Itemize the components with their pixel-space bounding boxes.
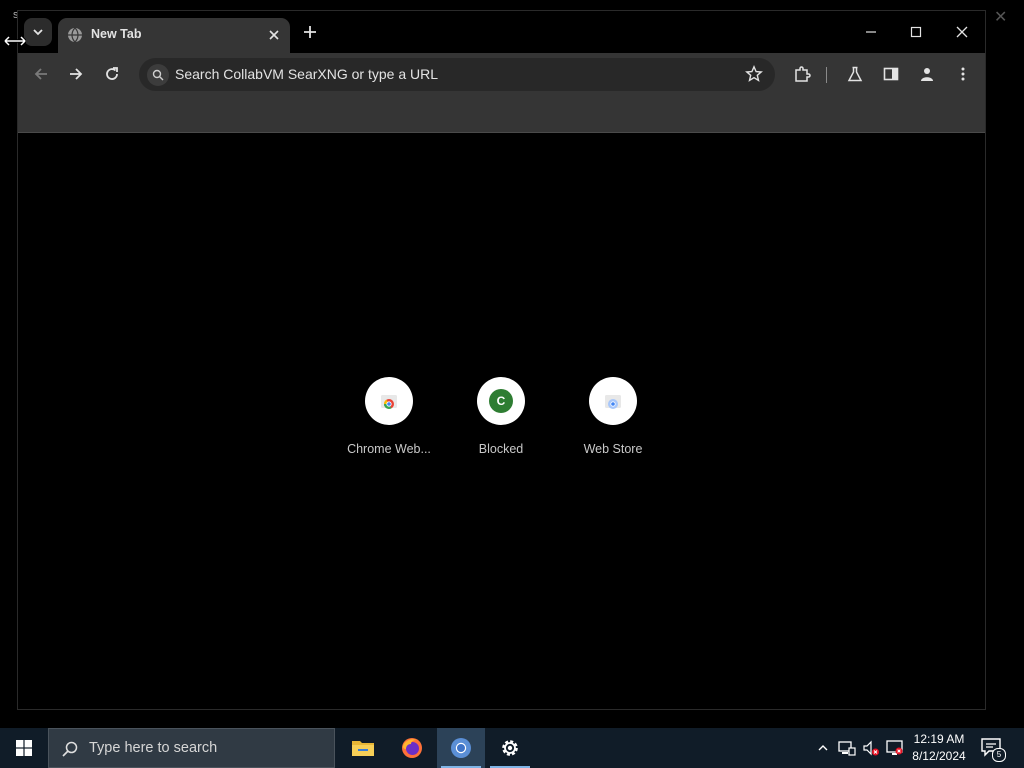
- chrome-icon: [451, 738, 471, 758]
- shortcut-icon-circle: [365, 377, 413, 425]
- taskbar-chrome[interactable]: [437, 728, 485, 768]
- desktop-close-glyph: ✕: [994, 9, 1008, 26]
- address-bar-placeholder: Search CollabVM SearXNG or type a URL: [175, 66, 438, 82]
- speaker-muted-icon: [863, 740, 879, 756]
- chrome-web-store-icon: [381, 395, 397, 409]
- network-icon: [838, 741, 856, 756]
- chevron-up-icon: [818, 745, 828, 751]
- folder-icon: [352, 741, 374, 756]
- forward-button[interactable]: [64, 62, 88, 86]
- search-engine-icon[interactable]: [147, 64, 169, 86]
- shortcut-web-store[interactable]: Web Store: [558, 377, 668, 456]
- firefox-icon: [402, 738, 422, 758]
- tab-new-tab[interactable]: New Tab: [58, 18, 290, 53]
- plus-icon: [304, 26, 316, 38]
- taskbar-search-placeholder: Type here to search: [89, 740, 218, 756]
- shortcut-blocked[interactable]: C Blocked: [446, 377, 556, 456]
- gear-icon: [502, 740, 518, 756]
- side-panel-icon: [883, 67, 899, 81]
- reload-button[interactable]: [100, 62, 124, 86]
- person-icon: [921, 68, 933, 81]
- extensions-button[interactable]: [790, 62, 814, 86]
- tab-search-button[interactable]: [24, 18, 52, 46]
- flask-icon: [847, 66, 863, 82]
- clock-date: 8/12/2024: [912, 749, 966, 763]
- close-icon: [956, 26, 968, 38]
- labs-button[interactable]: [843, 62, 867, 86]
- taskbar-firefox[interactable]: [388, 728, 436, 768]
- letter-c-icon: C: [489, 389, 513, 413]
- shortcut-chrome-web-store[interactable]: Chrome Web...: [334, 377, 444, 456]
- display-status-button[interactable]: [886, 739, 904, 757]
- tab-title: New Tab: [91, 27, 142, 41]
- profile-button[interactable]: [915, 62, 939, 86]
- maximize-button[interactable]: [896, 19, 936, 45]
- browser-window: New Tab Search CollabVM SearXNG or type …: [17, 10, 986, 710]
- maximize-icon: [910, 26, 922, 38]
- show-hidden-icons-button[interactable]: [814, 739, 832, 757]
- taskbar-file-explorer[interactable]: [339, 728, 387, 768]
- taskbar-settings[interactable]: [486, 728, 534, 768]
- volume-button[interactable]: [862, 739, 880, 757]
- tab-close-icon[interactable]: [266, 27, 282, 43]
- side-panel-button[interactable]: [879, 62, 903, 86]
- windows-logo-icon: [16, 740, 32, 756]
- display-alert-icon: [886, 740, 903, 755]
- resize-cursor-icon: [4, 35, 26, 47]
- clock-time: 12:19 AM: [913, 732, 965, 746]
- close-window-button[interactable]: [942, 19, 982, 45]
- network-status-button[interactable]: [838, 739, 856, 757]
- back-button[interactable]: [29, 62, 53, 86]
- minimize-button[interactable]: [851, 19, 891, 45]
- shortcut-icon-circle: [589, 377, 637, 425]
- bookmark-star-icon[interactable]: [745, 65, 763, 83]
- action-center-button[interactable]: 5: [980, 736, 1006, 762]
- toolbar-separator: [826, 67, 827, 83]
- taskbar: Type here to search 12:19 AM 8/12/2024 5: [0, 728, 1024, 768]
- new-tab-page: Chrome Web... C Blocked Web Store: [18, 133, 985, 709]
- start-button[interactable]: [0, 728, 48, 768]
- new-tab-button[interactable]: [300, 22, 320, 42]
- menu-button[interactable]: [951, 62, 975, 86]
- search-icon: [62, 741, 78, 757]
- shortcut-label: Web Store: [583, 442, 643, 456]
- three-dots-vertical-icon: [961, 67, 965, 81]
- puzzle-piece-icon: [795, 66, 811, 82]
- minimize-icon: [866, 31, 876, 33]
- notification-count-badge: 5: [992, 748, 1006, 762]
- arrow-right-icon: [70, 68, 83, 80]
- arrow-left-icon: [34, 68, 47, 80]
- web-store-icon: [605, 395, 621, 409]
- reload-icon: [106, 67, 118, 80]
- shortcut-label: Blocked: [478, 442, 524, 456]
- tab-strip: New Tab: [18, 11, 985, 53]
- letter-c-text: C: [496, 394, 506, 408]
- chevron-down-icon: [33, 29, 43, 36]
- shortcut-icon-circle: C: [477, 377, 525, 425]
- shortcut-label: Chrome Web...: [347, 442, 431, 456]
- system-clock[interactable]: 12:19 AM 8/12/2024: [904, 731, 974, 765]
- taskbar-search-box[interactable]: Type here to search: [48, 728, 335, 768]
- bookmarks-bar-area: [18, 95, 985, 133]
- globe-icon: [67, 27, 83, 43]
- address-bar[interactable]: Search CollabVM SearXNG or type a URL: [139, 58, 775, 91]
- browser-toolbar: Search CollabVM SearXNG or type a URL: [18, 53, 985, 95]
